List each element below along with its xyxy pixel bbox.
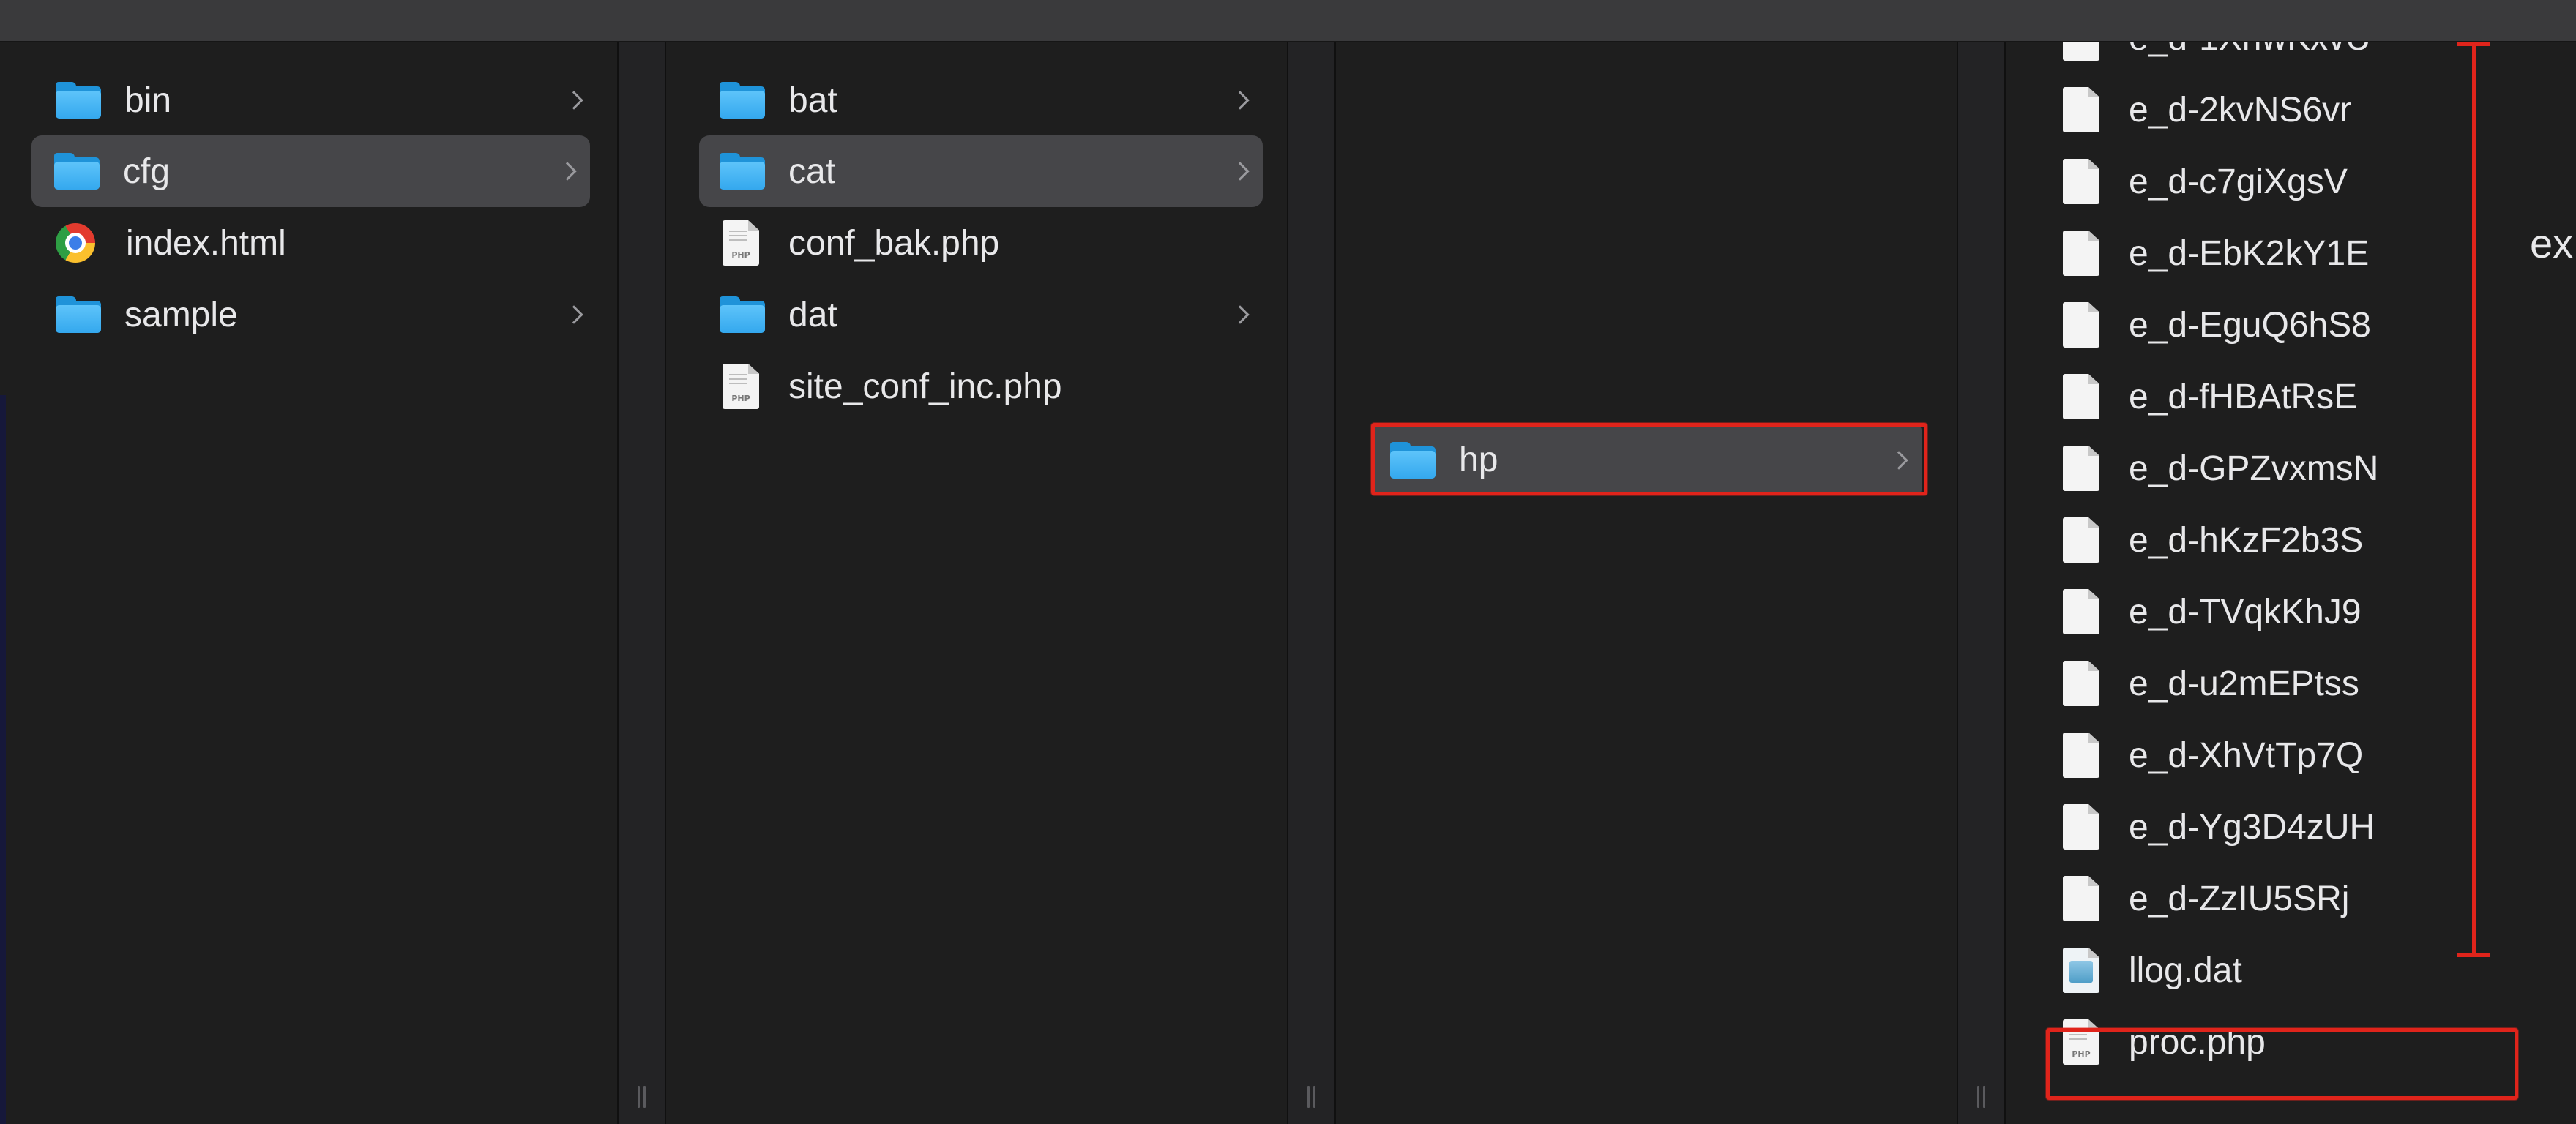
chevron-right-icon: [564, 91, 583, 110]
window-toolbar: [0, 0, 2576, 42]
item-label: dat: [788, 295, 837, 334]
row-conf-bak-php[interactable]: PHP conf_bak.php: [699, 207, 1263, 279]
chevron-right-icon: [1231, 162, 1250, 181]
column-divider[interactable]: [617, 42, 666, 1124]
annotation-box-proc: [2046, 1028, 2518, 1100]
annotation-bracket: [2472, 42, 2476, 957]
finder-column-1[interactable]: bin cfg index.html sample: [6, 42, 617, 1124]
item-label: bat: [788, 80, 837, 120]
data-file-icon: [2063, 948, 2099, 993]
item-label: e_d-EguQ6hS8: [2129, 305, 2371, 345]
finder-column-4[interactable]: e_d-1XhwKxvU e_d-2kvNS6vr e_d-c7giXgsV e…: [2006, 42, 2576, 1124]
folder-icon: [718, 151, 766, 191]
row-site-conf-inc-php[interactable]: PHP site_conf_inc.php: [699, 351, 1263, 422]
item-label: e_d-2kvNS6vr: [2129, 90, 2352, 130]
list-item-llog-dat[interactable]: llog.dat: [2006, 934, 2576, 1006]
item-label: site_conf_inc.php: [788, 367, 1062, 406]
list-item[interactable]: e_d-1XhwKxvU: [2006, 42, 2576, 74]
item-label: e_d-Yg3D4zUH: [2129, 807, 2375, 847]
folder-icon: [53, 151, 101, 191]
list-item[interactable]: e_d-Yg3D4zUH: [2006, 791, 2576, 863]
list-item[interactable]: e_d-fHBAtRsE: [2006, 361, 2576, 432]
item-label: bin: [124, 80, 172, 120]
list-item[interactable]: e_d-EguQ6hS8: [2006, 289, 2576, 361]
folder-icon: [718, 80, 766, 120]
document-icon: [2063, 876, 2099, 921]
row-bin[interactable]: bin: [28, 64, 597, 136]
list-item[interactable]: e_d-u2mEPtss: [2006, 648, 2576, 719]
chrome-html-icon: [56, 223, 95, 263]
annotation-bracket-top: [2457, 42, 2490, 46]
row-index-html[interactable]: index.html: [28, 207, 597, 279]
row-dat[interactable]: dat: [699, 279, 1263, 351]
row-bat[interactable]: bat: [699, 64, 1263, 136]
document-icon: [2063, 733, 2099, 778]
document-icon: [2063, 42, 2099, 61]
item-label: e_d-ZzIU5SRj: [2129, 879, 2350, 918]
chevron-right-icon: [1231, 91, 1250, 110]
php-file-icon: PHP: [723, 364, 759, 409]
annotation-bracket-bottom: [2457, 953, 2490, 957]
document-icon: [2063, 87, 2099, 132]
item-label: e_d-1XhwKxvU: [2129, 42, 2371, 59]
document-icon: [2063, 589, 2099, 634]
chevron-right-icon: [564, 305, 583, 324]
folder-icon: [54, 80, 102, 120]
item-label: index.html: [126, 223, 286, 263]
list-item[interactable]: e_d-2kvNS6vr: [2006, 74, 2576, 146]
document-icon: [2063, 517, 2099, 563]
finder-column-3[interactable]: hp: [1336, 42, 1957, 1124]
list-item[interactable]: e_d-GPZvxmsN: [2006, 432, 2576, 504]
item-label: e_d-XhVtTp7Q: [2129, 735, 2364, 775]
list-item[interactable]: e_d-TVqkKhJ9: [2006, 576, 2576, 648]
item-label: cat: [788, 151, 836, 191]
document-icon: [2063, 231, 2099, 276]
folder-icon: [718, 295, 766, 334]
annotation-text: ex: [2530, 220, 2574, 266]
document-icon: [2063, 446, 2099, 491]
column-divider[interactable]: [1957, 42, 2006, 1124]
document-icon: [2063, 661, 2099, 706]
item-label: e_d-c7giXgsV: [2129, 162, 2348, 201]
chevron-right-icon: [558, 162, 577, 181]
list-item[interactable]: e_d-EbK2kY1E: [2006, 217, 2576, 289]
column-resize-handle[interactable]: [1976, 1086, 1987, 1108]
column-divider[interactable]: [1287, 42, 1336, 1124]
list-item[interactable]: e_d-ZzIU5SRj: [2006, 863, 2576, 934]
document-icon: [2063, 804, 2099, 850]
item-label: e_d-TVqkKhJ9: [2129, 592, 2362, 632]
php-file-icon: PHP: [723, 220, 759, 266]
chevron-right-icon: [1231, 305, 1250, 324]
finder-column-2[interactable]: bat cat PHP conf_bak.php dat PHP site_co…: [666, 42, 1287, 1124]
item-label: e_d-fHBAtRsE: [2129, 377, 2358, 416]
item-label: e_d-GPZvxmsN: [2129, 449, 2379, 488]
column-resize-handle[interactable]: [637, 1086, 647, 1108]
item-label: e_d-u2mEPtss: [2129, 664, 2359, 703]
item-label: e_d-hKzF2b3S: [2129, 520, 2364, 560]
list-item[interactable]: e_d-XhVtTp7Q: [2006, 719, 2576, 791]
column-resize-handle[interactable]: [1307, 1086, 1317, 1108]
item-label: sample: [124, 295, 238, 334]
document-icon: [2063, 302, 2099, 348]
list-item[interactable]: e_d-c7giXgsV: [2006, 146, 2576, 217]
item-label: conf_bak.php: [788, 223, 1000, 263]
item-label: e_d-EbK2kY1E: [2129, 233, 2370, 273]
window-edge: [0, 395, 6, 1124]
document-icon: [2063, 374, 2099, 419]
annotation-box-hp: [1371, 423, 1927, 495]
list-item[interactable]: e_d-hKzF2b3S: [2006, 504, 2576, 576]
item-label: llog.dat: [2129, 951, 2242, 990]
document-icon: [2063, 159, 2099, 204]
row-cfg[interactable]: cfg: [31, 135, 590, 207]
row-sample[interactable]: sample: [28, 279, 597, 351]
row-cat[interactable]: cat: [699, 135, 1263, 207]
folder-icon: [54, 295, 102, 334]
item-label: cfg: [123, 151, 171, 191]
